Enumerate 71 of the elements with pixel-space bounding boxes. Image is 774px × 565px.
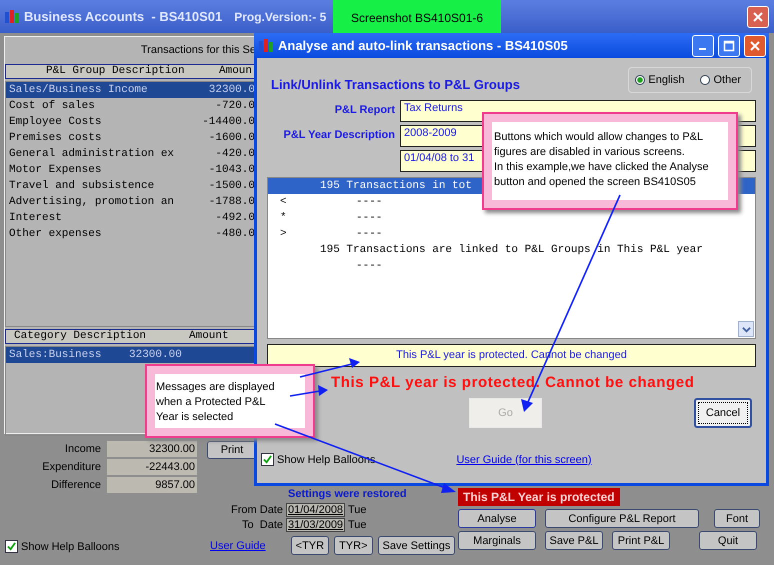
total-label: Income bbox=[64, 442, 101, 457]
date-field[interactable]: 31/03/2009 bbox=[286, 518, 345, 532]
total-label: Difference bbox=[50, 478, 101, 493]
total-value: 32300.00 bbox=[107, 441, 197, 457]
action-button[interactable]: Quit bbox=[699, 531, 757, 550]
table-header: P&L Group Description Amoun bbox=[5, 64, 256, 79]
table-row[interactable]: Interest -492.0 bbox=[6, 210, 255, 226]
scroll-down-icon[interactable] bbox=[738, 321, 754, 337]
list-line: 195 Transactions are linked to P&L Groups in This P&L year bbox=[319, 243, 703, 258]
help-balloon-tooltip: Buttons which would allow changes to P&L figures are disabled in various screens. In this example,we have clicked the Analyse button and opened the screen BS410S05 bbox=[482, 112, 738, 210]
action-button[interactable]: Analyse bbox=[458, 509, 536, 528]
dialog-heading: Link/Unlink Transactions to P&L Groups bbox=[271, 76, 520, 92]
table-row[interactable]: General administration ex -420.0 bbox=[6, 146, 255, 162]
field-label: P&L Year Description bbox=[282, 128, 395, 143]
weekday-label: Tue bbox=[348, 504, 367, 516]
table-row[interactable]: Other expenses -480.0 bbox=[6, 226, 255, 242]
minimize-icon[interactable] bbox=[692, 34, 714, 56]
app-icon bbox=[4, 8, 20, 24]
weekday-label: Tue bbox=[348, 518, 367, 530]
checkbox[interactable] bbox=[261, 453, 274, 466]
status-badge: This P&L Year is protected bbox=[458, 488, 620, 506]
row-marker: < bbox=[279, 195, 288, 210]
settings-message: Settings were restored bbox=[287, 488, 408, 502]
table-row[interactable]: Motor Expenses -1043.0 bbox=[6, 162, 255, 178]
checkbox[interactable] bbox=[5, 540, 18, 553]
table-row[interactable]: Travel and subsistence -1500.0 bbox=[6, 178, 255, 194]
total-label: Expenditure bbox=[41, 460, 101, 475]
action-button[interactable]: Marginals bbox=[458, 531, 536, 550]
cancel-button[interactable]: Cancel bbox=[694, 398, 752, 428]
date-label: From Date bbox=[230, 504, 283, 516]
window-title: Business Accounts - BS410S01 bbox=[24, 9, 222, 24]
screenshot-label: Screenshot BS410S01-6 bbox=[333, 0, 501, 35]
total-value: 9857.00 bbox=[107, 477, 197, 493]
list-line: ---- bbox=[355, 227, 382, 242]
arrow bbox=[290, 385, 328, 397]
action-button[interactable]: Print P&L bbox=[612, 531, 670, 550]
toolbar-button[interactable]: Save Settings bbox=[378, 536, 456, 555]
close-icon[interactable] bbox=[747, 6, 769, 28]
version-label: Prog.Version:- 5 bbox=[234, 10, 326, 24]
toolbar-button[interactable]: <TYR bbox=[290, 536, 330, 555]
maximize-icon[interactable] bbox=[718, 34, 740, 56]
checkbox-label: Show Help Balloons bbox=[21, 541, 120, 553]
action-button[interactable]: Configure P&L Report bbox=[545, 509, 699, 528]
app-icon bbox=[258, 38, 274, 54]
user-guide-link[interactable]: User Guide (for this screen) bbox=[456, 454, 592, 466]
radio-option[interactable]: Other bbox=[700, 74, 741, 86]
table-row[interactable]: Advertising, promotion an -1788.0 bbox=[6, 194, 255, 210]
table-row[interactable]: Cost of sales -720.0 bbox=[6, 98, 255, 114]
arrow bbox=[300, 358, 360, 378]
print-button[interactable]: Print bbox=[207, 441, 257, 459]
action-button[interactable]: Font bbox=[714, 509, 760, 528]
table-row[interactable]: Sales:Business 32300.00 bbox=[6, 347, 255, 363]
table-header: Category Description Amount bbox=[5, 329, 256, 344]
table-row[interactable]: Employee Costs -14400.0 bbox=[6, 114, 255, 130]
list-line: ---- bbox=[355, 211, 382, 226]
row-marker: * bbox=[279, 211, 288, 226]
field-label: P&L Report bbox=[334, 103, 395, 118]
list-line: ---- bbox=[355, 195, 382, 210]
radio-option[interactable]: English bbox=[635, 74, 684, 86]
toolbar-button[interactable]: TYR> bbox=[334, 536, 373, 555]
date-label: To Date bbox=[241, 518, 283, 530]
list-line: ---- bbox=[355, 259, 382, 274]
close-icon[interactable] bbox=[744, 34, 766, 56]
action-button[interactable]: Save P&L bbox=[545, 531, 603, 550]
dialog-title: Analyse and auto-link transactions - BS410S05 bbox=[278, 38, 569, 53]
date-field[interactable]: 01/04/2008 bbox=[286, 502, 345, 516]
table-row[interactable]: Sales/Business Income 32300.0 bbox=[6, 82, 255, 98]
total-value: -22443.00 bbox=[107, 459, 197, 475]
table-row[interactable]: Premises costs -1600.0 bbox=[6, 130, 255, 146]
help-balloon-tooltip: Messages are displayed when a Protected P&L Year is selected bbox=[145, 364, 315, 438]
row-marker: > bbox=[279, 227, 288, 242]
